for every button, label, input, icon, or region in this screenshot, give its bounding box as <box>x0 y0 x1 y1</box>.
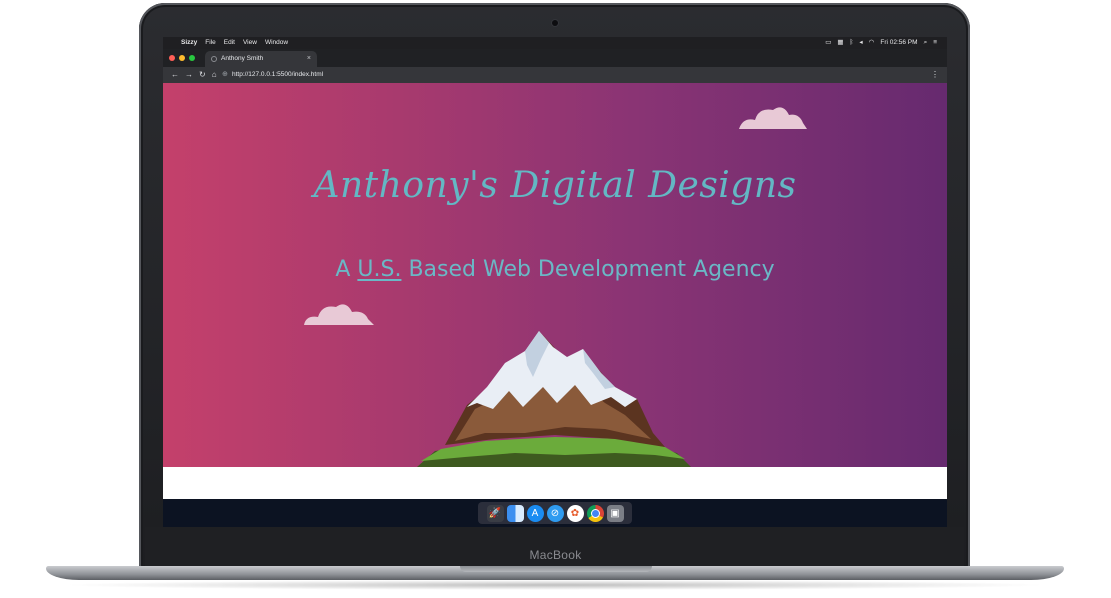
wifi-icon[interactable]: ◠ <box>869 37 875 49</box>
mountain-illustration <box>417 331 691 467</box>
app-store-icon[interactable]: A <box>526 504 544 522</box>
clock[interactable]: Fri 02:56 PM <box>880 37 917 49</box>
safari-icon[interactable]: ⊘ <box>546 504 564 522</box>
site-title: Anthony's Digital Designs <box>313 165 797 206</box>
screen-mirror-icon[interactable]: ▭ <box>825 37 831 49</box>
tagline-prefix: A <box>335 257 358 282</box>
calendar-icon[interactable]: ▦ <box>837 37 843 49</box>
control-center-icon[interactable]: ≡ <box>933 37 937 49</box>
more-menu-icon[interactable]: ⋮ <box>931 67 939 83</box>
reload-icon[interactable]: ↻ <box>199 67 206 83</box>
close-tab-icon[interactable]: × <box>307 51 311 67</box>
browser-tab[interactable]: Anthony Smith × <box>205 51 317 67</box>
globe-icon <box>211 56 217 62</box>
tagline-us-link[interactable]: U.S. <box>357 257 401 282</box>
tab-bar: Anthony Smith × <box>163 49 947 67</box>
laptop-notch <box>460 566 652 572</box>
menu-view[interactable]: View <box>243 37 257 49</box>
menu-edit[interactable]: Edit <box>224 37 235 49</box>
back-arrow-icon[interactable]: ← <box>171 67 179 83</box>
preview-icon[interactable]: ▣ <box>606 504 624 522</box>
home-icon[interactable]: ⌂ <box>212 67 217 83</box>
url-field[interactable]: http://127.0.0.1:5500/index.html <box>232 67 323 83</box>
spotlight-icon[interactable]: ⌕ <box>924 37 928 49</box>
window-controls <box>169 55 195 61</box>
tab-title: Anthony Smith <box>221 55 264 62</box>
photos-icon[interactable]: ✿ <box>566 504 584 522</box>
zoom-window-button[interactable] <box>189 55 195 61</box>
laptop-shadow <box>60 580 1050 590</box>
content-strip <box>163 467 947 499</box>
volume-icon[interactable]: ◂ <box>859 37 862 49</box>
cloud-icon <box>304 304 374 325</box>
dock: 🚀 A ⊘ ✿ ▣ <box>478 502 632 524</box>
desktop-area: 🚀 A ⊘ ✿ ▣ <box>163 499 947 527</box>
close-window-button[interactable] <box>169 55 175 61</box>
menu-file[interactable]: File <box>205 37 215 49</box>
finder-icon[interactable] <box>506 504 524 522</box>
address-bar: ← → ↻ ⌂ ⊕ http://127.0.0.1:5500/index.ht… <box>163 67 947 83</box>
bluetooth-icon[interactable]: ᛒ <box>850 37 854 49</box>
screen: Sizzy File Edit View Window ▭ ▦ ᛒ ◂ ◠ Fr… <box>163 37 947 527</box>
menu-app-name[interactable]: Sizzy <box>181 37 197 49</box>
cloud-icon <box>739 107 807 129</box>
chrome-icon[interactable] <box>586 504 604 522</box>
tagline-suffix: Based Web Development Agency <box>401 257 775 282</box>
launchpad-icon[interactable]: 🚀 <box>486 504 504 522</box>
hero-section: Anthony's Digital Designs A U.S. Based W… <box>163 83 947 467</box>
menu-bar: Sizzy File Edit View Window ▭ ▦ ᛒ ◂ ◠ Fr… <box>163 37 947 49</box>
info-icon[interactable]: ⊕ <box>222 67 228 83</box>
forward-arrow-icon[interactable]: → <box>185 67 193 83</box>
device-brand: MacBook <box>529 548 582 562</box>
minimize-window-button[interactable] <box>179 55 185 61</box>
menu-window[interactable]: Window <box>265 37 288 49</box>
tagline: A U.S. Based Web Development Agency <box>163 257 947 282</box>
camera <box>552 20 558 26</box>
